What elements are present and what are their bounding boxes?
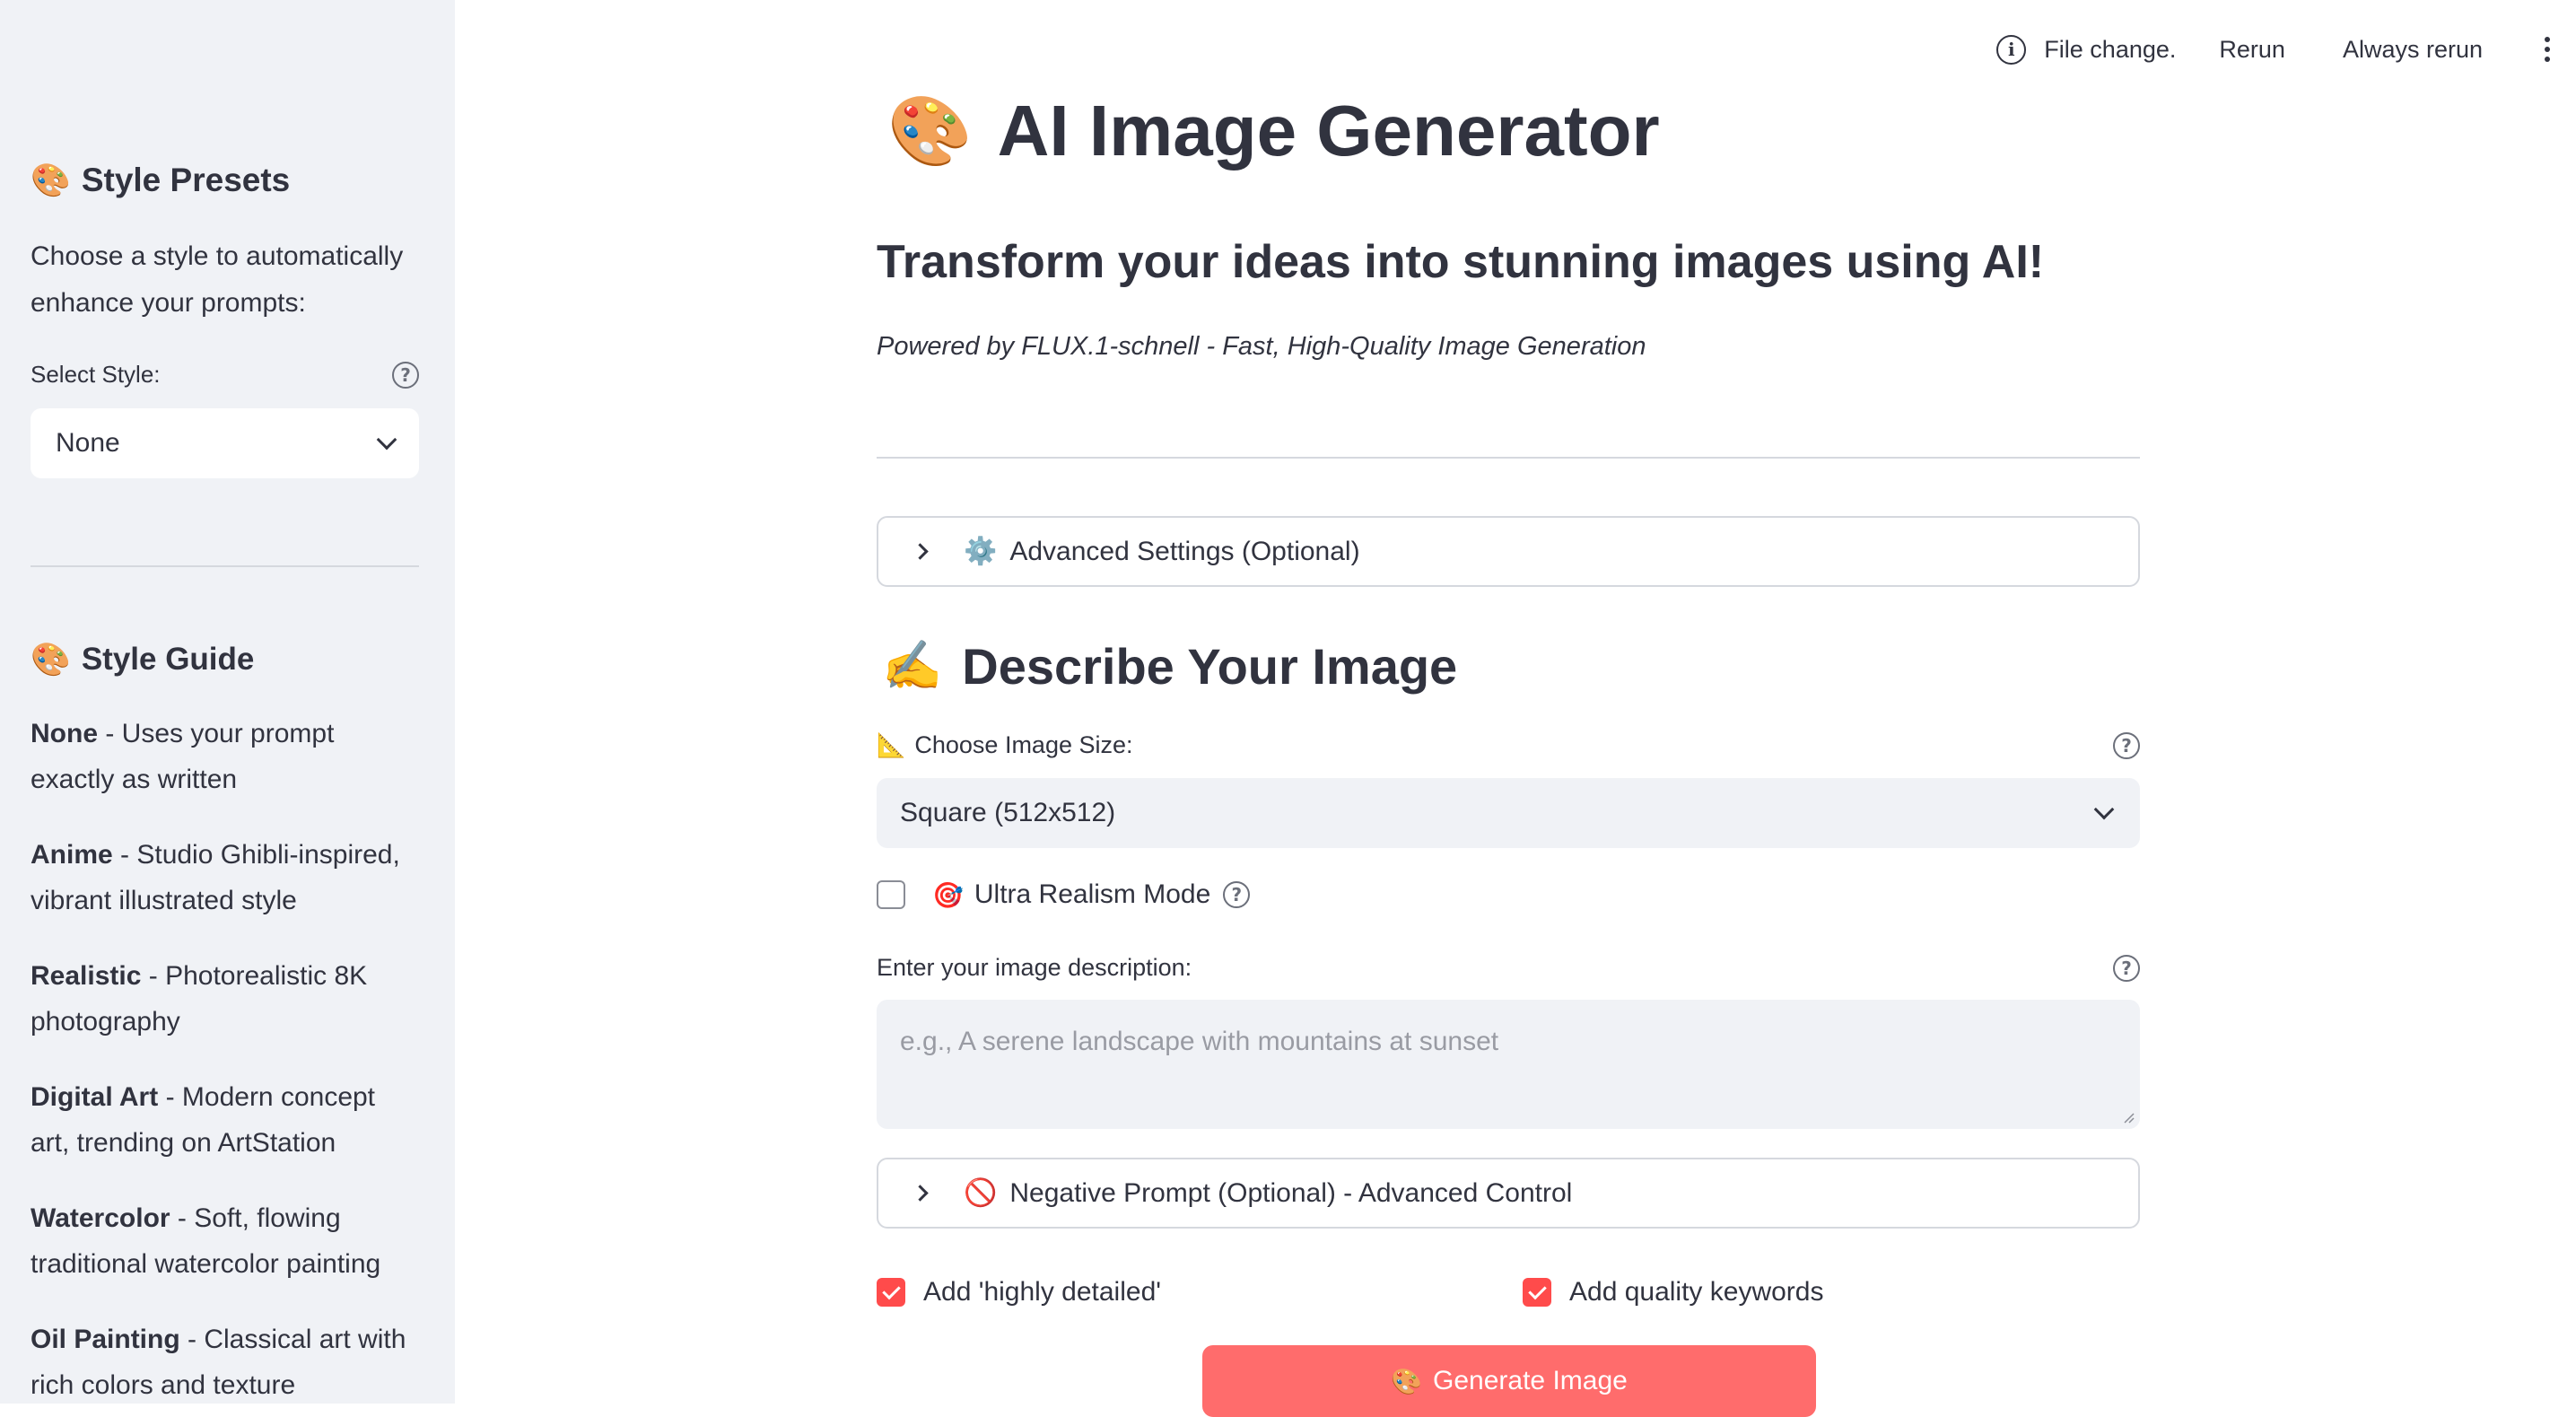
image-size-select[interactable]: Square (512x512) [877, 778, 2140, 848]
highly-detailed-label: Add 'highly detailed' [923, 1277, 1161, 1307]
quality-keywords-label: Add quality keywords [1569, 1277, 1824, 1307]
help-icon[interactable]: ? [2113, 954, 2140, 982]
file-change-status: File change. [2044, 35, 2177, 63]
ultra-realism-row: 🎯 Ultra Realism Mode ? [877, 879, 1251, 910]
describe-image-title: Describe Your Image [962, 638, 1458, 695]
description-placeholder: e.g., A serene landscape with mountains … [900, 1027, 1499, 1056]
sidebar: 🎨 Style Presets Choose a style to automa… [0, 0, 455, 1404]
generate-image-label: Generate Image [1433, 1366, 1628, 1395]
style-guide-list: None - Uses your prompt exactly as writt… [31, 711, 419, 1404]
style-select[interactable]: None [31, 408, 419, 478]
select-style-label-row: Select Style: ? [31, 361, 419, 389]
target-icon: 🎯 [932, 880, 964, 909]
generate-image-button[interactable]: 🎨 Generate Image [1202, 1345, 1816, 1417]
gear-icon: ⚙️ [964, 537, 998, 566]
prohibited-icon: 🚫 [964, 1178, 998, 1208]
sidebar-divider [31, 565, 419, 567]
palette-icon: 🎨 [31, 641, 71, 678]
info-icon: i [1996, 34, 2027, 65]
style-select-value: None [56, 428, 120, 458]
style-guide-header: 🎨 Style Guide [31, 642, 419, 678]
writing-hand-icon: ✍️ [882, 639, 943, 693]
negative-prompt-label: Negative Prompt (Optional) - Advanced Co… [1009, 1177, 1573, 1208]
always-rerun-button[interactable]: Always rerun [2343, 36, 2483, 64]
divider [877, 457, 2140, 459]
help-icon[interactable]: ? [1223, 881, 1251, 908]
select-style-label: Select Style: [31, 361, 161, 388]
page-title-text: AI Image Generator [997, 91, 1660, 171]
image-size-label-row: 📐 Choose Image Size: ? [877, 731, 2140, 759]
style-presets-title: Style Presets [81, 162, 291, 198]
guide-item-realistic: Realistic - Photorealistic 8K photograph… [31, 961, 368, 1037]
palette-icon: 🎨 [887, 93, 973, 170]
highly-detailed-row: Add 'highly detailed' [877, 1277, 1161, 1308]
kebab-menu-icon[interactable] [2529, 37, 2565, 62]
guide-item-oil-painting: Oil Painting - Classical art with rich c… [31, 1325, 406, 1400]
style-presets-description: Choose a style to automatically enhance … [31, 241, 404, 318]
style-guide-title: Style Guide [81, 642, 255, 677]
guide-item-watercolor: Watercolor - Soft, flowing traditional w… [31, 1203, 381, 1279]
chevron-right-icon [912, 1185, 929, 1202]
palette-icon: 🎨 [1391, 1367, 1423, 1395]
guide-item-digital-art: Digital Art - Modern concept art, trendi… [31, 1082, 376, 1158]
guide-item-anime: Anime - Studio Ghibli-inspired, vibrant … [31, 840, 400, 915]
rerun-button[interactable]: Rerun [2219, 36, 2285, 64]
chevron-down-icon [376, 429, 397, 450]
description-label: Enter your image description: [877, 954, 1192, 981]
ultra-realism-checkbox[interactable] [877, 880, 905, 909]
top-toolbar: i File change. Rerun Always rerun [1996, 27, 2576, 72]
negative-prompt-expander[interactable]: 🚫 Negative Prompt (Optional) - Advanced … [877, 1158, 2140, 1229]
page-subtitle: Transform your ideas into stunning image… [877, 236, 2045, 288]
ultra-realism-label: Ultra Realism Mode [974, 879, 1211, 909]
description-label-row: Enter your image description: ? [877, 954, 2140, 982]
quality-keywords-row: Add quality keywords [1523, 1277, 1823, 1308]
advanced-settings-expander[interactable]: ⚙️ Advanced Settings (Optional) [877, 516, 2140, 587]
highly-detailed-checkbox[interactable] [877, 1278, 905, 1307]
powered-by-caption: Powered by FLUX.1-schnell - Fast, High-Q… [877, 332, 1646, 361]
style-presets-header: 🎨 Style Presets [31, 162, 419, 199]
guide-item-none: None - Uses your prompt exactly as writt… [31, 719, 335, 794]
chevron-down-icon [2093, 799, 2115, 820]
palette-icon: 🎨 [31, 162, 71, 198]
page-title: 🎨 AI Image Generator [887, 90, 1660, 172]
quality-keywords-checkbox[interactable] [1523, 1278, 1551, 1307]
image-size-label: Choose Image Size: [914, 731, 1133, 758]
image-size-value: Square (512x512) [900, 798, 1116, 827]
chevron-right-icon [912, 543, 929, 560]
help-icon[interactable]: ? [2113, 731, 2140, 759]
help-icon[interactable]: ? [392, 361, 419, 389]
describe-image-heading: ✍️ Describe Your Image [882, 637, 1457, 695]
description-textarea[interactable]: e.g., A serene landscape with mountains … [877, 1000, 2140, 1129]
triangular-ruler-icon: 📐 [877, 731, 906, 758]
resize-grip-icon[interactable] [2122, 1111, 2135, 1124]
advanced-settings-label: Advanced Settings (Optional) [1009, 536, 1360, 566]
